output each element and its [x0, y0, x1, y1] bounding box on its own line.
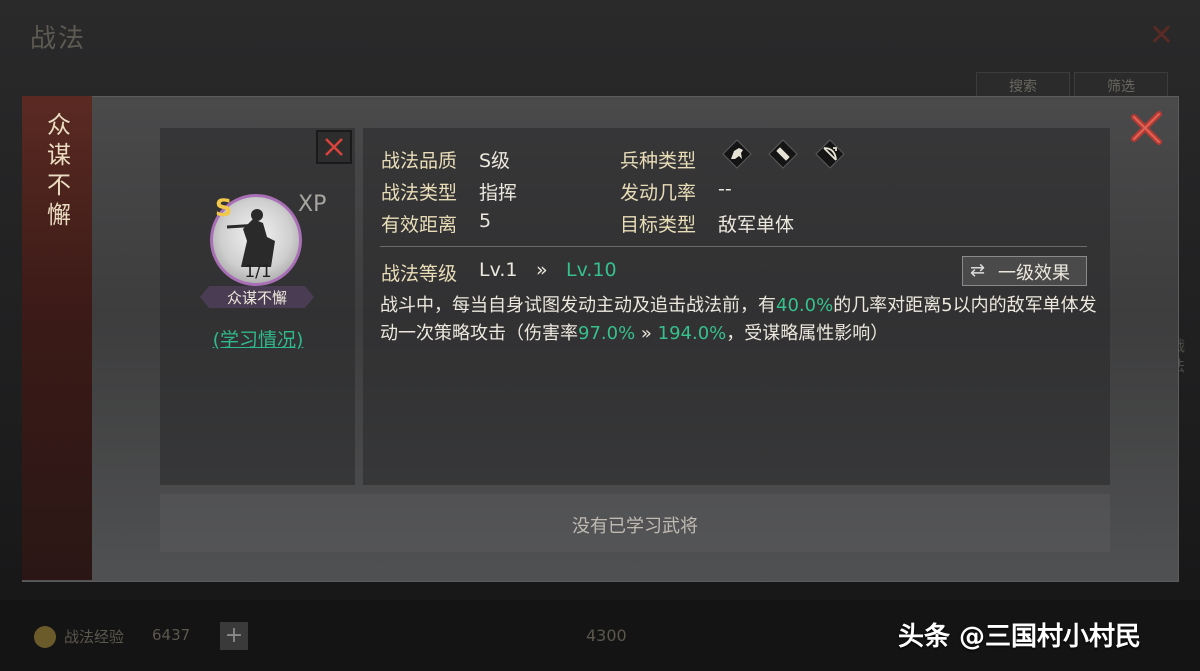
- xp-label: XP: [298, 192, 327, 217]
- bow-icon: [815, 139, 845, 169]
- tactic-name: 众谋不懈: [226, 289, 287, 307]
- tactic-description: 战斗中，每当自身试图发动主动及追击战法前，有40.0%的几率对距离5以内的敌军单…: [380, 292, 1100, 348]
- chance-value: --: [718, 178, 732, 200]
- quality-value: S级: [479, 150, 511, 172]
- level-effect-label: 一级效果: [998, 263, 1070, 284]
- background-title: 战法: [30, 24, 87, 54]
- background-close-icon[interactable]: ✕: [1149, 18, 1174, 53]
- desc-part: ，受谋略属性影响）: [726, 323, 889, 344]
- desc-damage-max: 194.0%: [657, 323, 727, 344]
- add-coin-button[interactable]: +: [220, 622, 248, 650]
- swap-icon: ⇄: [970, 260, 986, 281]
- divider: [380, 246, 1087, 247]
- target-label: 目标类型: [620, 214, 697, 236]
- target-value: 敌军单体: [718, 214, 795, 236]
- chance-label: 发动几率: [620, 182, 697, 204]
- desc-part: »: [635, 323, 658, 344]
- level-arrow-icon: »: [536, 259, 548, 281]
- type-value: 指挥: [479, 182, 518, 204]
- close-x-icon[interactable]: [1128, 108, 1168, 148]
- learn-status-link[interactable]: (学习情况): [200, 325, 316, 352]
- tactic-count: 1/1: [244, 262, 272, 282]
- quality-label: 战法品质: [381, 150, 458, 172]
- coin-value: 6437: [152, 626, 191, 644]
- coin-label: 战法经验: [64, 628, 125, 646]
- range-label: 有效距离: [381, 214, 458, 236]
- no-learned-general-text: 没有已学习武将: [572, 516, 698, 537]
- remove-tactic-button[interactable]: [316, 130, 352, 164]
- desc-chance: 40.0%: [776, 295, 834, 316]
- remove-x-icon: [325, 138, 343, 156]
- tactic-grade-badge: S: [215, 194, 233, 222]
- range-value: 5: [479, 210, 492, 232]
- level-current: Lv.1: [479, 259, 518, 281]
- cost-value: 4300: [586, 626, 627, 645]
- shield-icon: [768, 139, 798, 169]
- desc-part: 战斗中，每当自身试图发动主动及追击战法前，有: [380, 295, 776, 316]
- troop-type-label: 兵种类型: [620, 150, 697, 172]
- coin-icon: [34, 626, 56, 648]
- type-label: 战法类型: [381, 182, 458, 204]
- level-max: Lv.10: [566, 259, 617, 281]
- watermark: 头条 @三国村小村民: [898, 622, 1142, 652]
- dialog-side-title: 众谋不懈: [47, 111, 71, 229]
- desc-damage-min: 97.0%: [578, 323, 636, 344]
- cavalry-icon: [722, 139, 752, 169]
- level-label: 战法等级: [381, 263, 458, 285]
